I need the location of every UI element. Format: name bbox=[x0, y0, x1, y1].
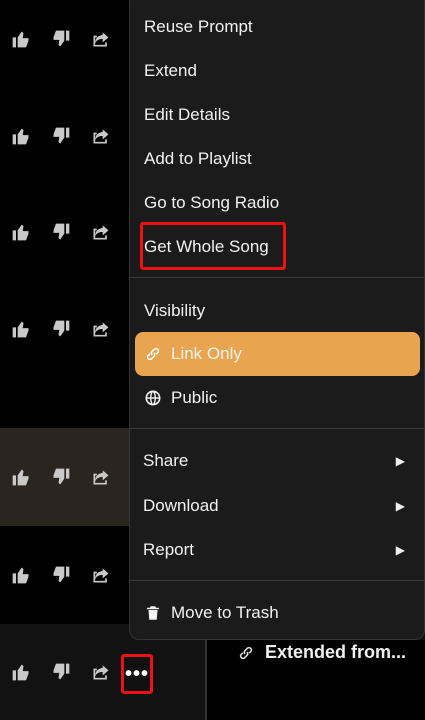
menu-item-extend[interactable]: Extend bbox=[144, 53, 414, 89]
menu-item-share[interactable]: Share ▶ bbox=[143, 443, 413, 479]
menu-item-label: Reuse Prompt bbox=[144, 17, 253, 36]
menu-divider bbox=[130, 580, 424, 581]
like-icon[interactable] bbox=[10, 318, 32, 340]
menu-item-label: Extend bbox=[144, 61, 197, 80]
share-icon[interactable] bbox=[90, 318, 112, 340]
menu-item-edit-details[interactable]: Edit Details bbox=[144, 97, 414, 133]
trash-icon bbox=[143, 603, 163, 623]
menu-item-label: Go to Song Radio bbox=[144, 193, 280, 212]
like-icon[interactable] bbox=[10, 466, 32, 488]
dislike-icon[interactable] bbox=[50, 221, 72, 243]
annotation-highlight-box bbox=[140, 222, 286, 270]
menu-item-label: Edit Details bbox=[144, 105, 230, 124]
like-icon[interactable] bbox=[10, 564, 32, 586]
share-icon[interactable] bbox=[90, 466, 112, 488]
link-icon bbox=[239, 646, 253, 659]
extended-from-label: Extended from... bbox=[265, 642, 407, 662]
menu-item-reuse-prompt[interactable]: Reuse Prompt bbox=[144, 9, 414, 45]
dislike-icon[interactable] bbox=[50, 318, 72, 340]
download-label: Download bbox=[143, 496, 219, 515]
chevron-right-icon: ▶ bbox=[395, 454, 405, 468]
share-icon[interactable] bbox=[90, 28, 112, 50]
visibility-heading: Visibility bbox=[144, 293, 414, 329]
link-icon bbox=[143, 344, 163, 364]
menu-item-label: Add to Playlist bbox=[144, 149, 252, 168]
chevron-right-icon: ▶ bbox=[395, 543, 405, 557]
like-icon[interactable] bbox=[10, 661, 32, 683]
visibility-option-link-only[interactable]: Link Only bbox=[143, 336, 413, 372]
like-icon[interactable] bbox=[10, 221, 32, 243]
menu-divider bbox=[130, 428, 424, 429]
dislike-icon[interactable] bbox=[50, 661, 72, 683]
chevron-right-icon: ▶ bbox=[395, 499, 405, 513]
menu-item-go-to-song-radio[interactable]: Go to Song Radio bbox=[144, 185, 414, 221]
visibility-option-public[interactable]: Public bbox=[143, 380, 413, 416]
share-label: Share bbox=[143, 451, 189, 470]
trash-label: Move to Trash bbox=[171, 603, 279, 622]
dislike-icon[interactable] bbox=[50, 466, 72, 488]
more-options-button[interactable]: ••• bbox=[121, 654, 153, 694]
visibility-label: Visibility bbox=[144, 301, 206, 320]
extended-from-card[interactable]: Extended from... bbox=[205, 640, 425, 720]
like-icon[interactable] bbox=[10, 125, 32, 147]
menu-divider bbox=[130, 277, 424, 278]
menu-item-add-to-playlist[interactable]: Add to Playlist bbox=[144, 141, 414, 177]
share-icon[interactable] bbox=[90, 125, 112, 147]
report-label: Report bbox=[143, 540, 195, 559]
dislike-icon[interactable] bbox=[50, 28, 72, 50]
menu-item-move-to-trash[interactable]: Move to Trash bbox=[143, 595, 413, 631]
public-label: Public bbox=[171, 388, 218, 407]
like-icon[interactable] bbox=[10, 28, 32, 50]
menu-item-report[interactable]: Report ▶ bbox=[143, 532, 413, 568]
globe-icon bbox=[143, 388, 163, 408]
dislike-icon[interactable] bbox=[50, 125, 72, 147]
more-dots-icon: ••• bbox=[124, 662, 149, 685]
dislike-icon[interactable] bbox=[50, 564, 72, 586]
menu-item-download[interactable]: Download ▶ bbox=[143, 488, 413, 524]
share-icon[interactable] bbox=[90, 661, 112, 683]
share-icon[interactable] bbox=[90, 564, 112, 586]
link-only-label: Link Only bbox=[171, 344, 242, 363]
share-icon[interactable] bbox=[90, 221, 112, 243]
